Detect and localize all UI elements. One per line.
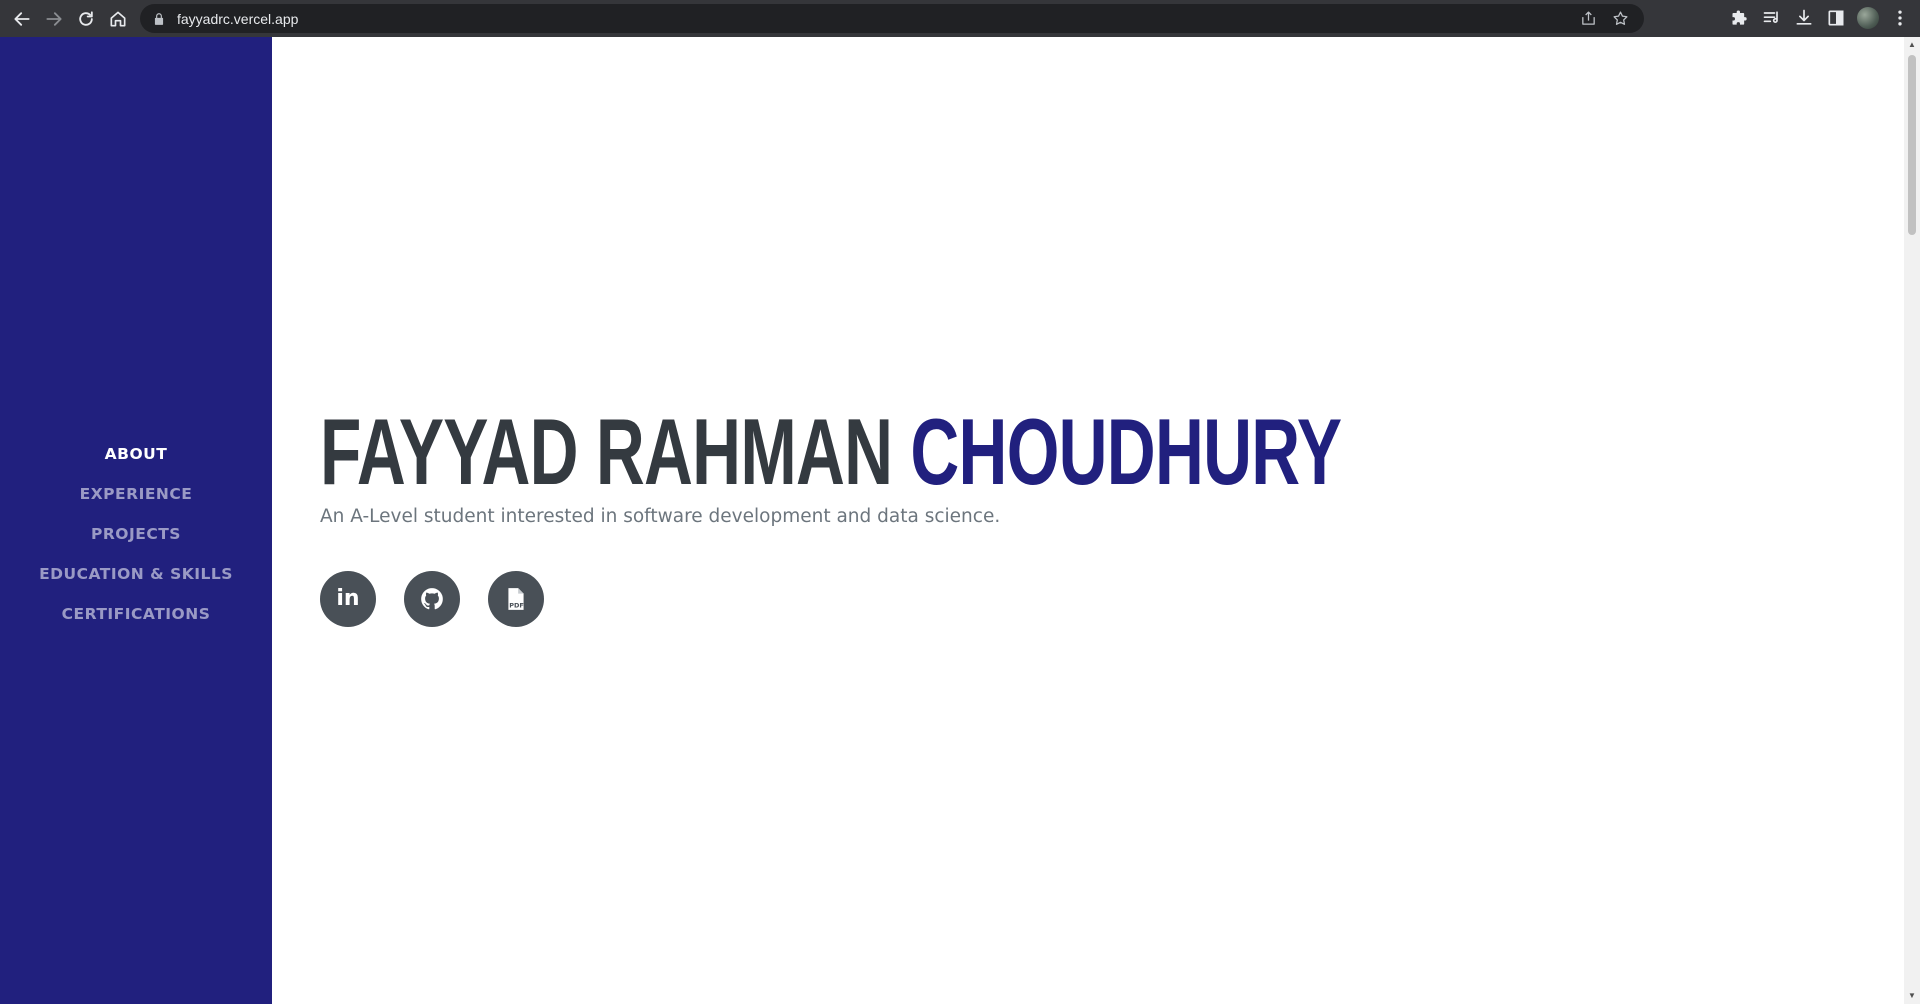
address-bar[interactable]: fayyadrc.vercel.app — [140, 4, 1644, 33]
extensions-button[interactable] — [1724, 2, 1756, 34]
scroll-up-arrow-icon[interactable]: ▲ — [1908, 41, 1916, 49]
scroll-down-arrow-icon[interactable]: ▼ — [1908, 992, 1916, 1000]
reading-list-icon — [1763, 11, 1778, 23]
nav-item-education-skills[interactable]: EDUCATION & SKILLS — [0, 554, 272, 594]
url-text[interactable]: fayyadrc.vercel.app — [177, 11, 298, 27]
back-arrow-icon — [14, 11, 30, 26]
forward-button[interactable] — [38, 3, 70, 35]
last-name: CHOUDHURY — [910, 399, 1342, 504]
linkedin-button[interactable]: in — [320, 571, 376, 627]
share-button[interactable] — [1572, 4, 1604, 33]
resume-pdf-button[interactable]: PDF — [488, 571, 544, 627]
home-button[interactable] — [102, 3, 134, 35]
subtitle: An A-Level student interested in softwar… — [320, 506, 1001, 527]
main-content: FAYYAD RAHMAN CHOUDHURY An A-Level stude… — [272, 37, 1904, 1004]
reading-list-button[interactable] — [1756, 2, 1788, 34]
page-scrollbar[interactable]: ▲ ▼ — [1904, 37, 1920, 1004]
sidebar: ABOUT EXPERIENCE PROJECTS EDUCATION & SK… — [0, 37, 272, 1004]
side-panel-icon — [1828, 10, 1844, 26]
reload-button[interactable] — [70, 3, 102, 35]
scroll-thumb[interactable] — [1908, 55, 1916, 235]
reload-icon — [79, 10, 93, 26]
nav-item-certifications[interactable]: CERTIFICATIONS — [0, 594, 272, 634]
nav-item-experience[interactable]: EXPERIENCE — [0, 474, 272, 514]
downloads-button[interactable] — [1788, 2, 1820, 34]
menu-kebab-icon — [1898, 10, 1902, 26]
side-panel-button[interactable] — [1820, 2, 1852, 34]
bookmark-button[interactable] — [1604, 4, 1636, 33]
lock-icon — [152, 12, 166, 26]
social-links: in PDF — [320, 571, 1739, 627]
github-icon — [421, 588, 443, 610]
nav-item-about[interactable]: ABOUT — [0, 434, 272, 474]
github-button[interactable] — [404, 571, 460, 627]
profile-avatar[interactable] — [1857, 7, 1879, 29]
nav-item-projects[interactable]: PROJECTS — [0, 514, 272, 554]
sidebar-nav: ABOUT EXPERIENCE PROJECTS EDUCATION & SK… — [0, 434, 272, 634]
download-icon — [1796, 9, 1812, 25]
about-section: FAYYAD RAHMAN CHOUDHURY An A-Level stude… — [320, 402, 1739, 627]
forward-arrow-icon — [46, 11, 62, 26]
page-title: FAYYAD RAHMAN CHOUDHURY — [320, 399, 1342, 504]
browser-menu-button[interactable] — [1884, 2, 1916, 34]
share-icon — [1581, 11, 1595, 25]
browser-toolbar: fayyadrc.vercel.app — [0, 0, 1920, 37]
first-name: FAYYAD RAHMAN — [320, 399, 893, 504]
extensions-icon — [1732, 10, 1747, 25]
page-viewport: ABOUT EXPERIENCE PROJECTS EDUCATION & SK… — [0, 37, 1920, 1004]
linkedin-icon: in — [336, 586, 360, 611]
bookmark-star-icon — [1612, 11, 1628, 25]
svg-text:PDF: PDF — [509, 602, 524, 610]
home-icon — [110, 11, 126, 26]
back-button[interactable] — [6, 3, 38, 35]
pdf-file-icon: PDF — [508, 588, 524, 610]
